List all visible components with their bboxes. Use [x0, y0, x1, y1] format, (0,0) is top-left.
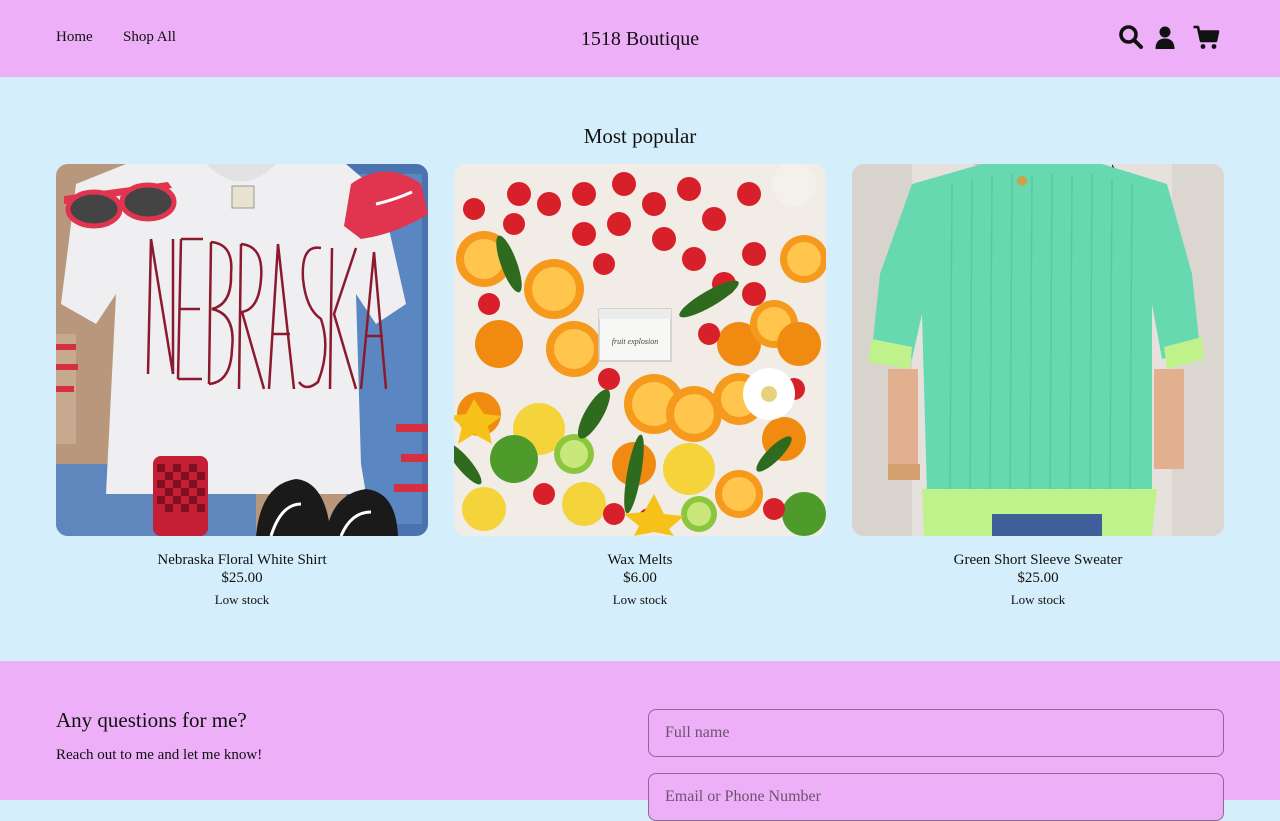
email-or-phone-input[interactable] — [648, 773, 1224, 821]
nav-shop-all-link[interactable]: Shop All — [123, 29, 176, 46]
contact-subtitle: Reach out to me and let me know! — [56, 747, 263, 763]
site-header: Home Shop All 1518 Boutique — [0, 0, 1280, 77]
product-image-green-sweater[interactable] — [852, 164, 1224, 536]
stock-status: Low stock — [214, 592, 270, 607]
product-card-wax-melts[interactable]: fruit explosion Wax Melts $6.00 Low stoc… — [454, 164, 826, 608]
wax-melt-label: fruit explosion — [612, 337, 658, 346]
product-title[interactable]: Nebraska Floral White Shirt — [56, 551, 428, 569]
contact-title: Any questions for me? — [56, 708, 247, 732]
account-icon[interactable] — [1152, 24, 1178, 50]
product-image-wax-melts[interactable]: fruit explosion — [454, 164, 826, 536]
wax-melt-package: fruit explosion — [598, 308, 672, 362]
nav-home-link[interactable]: Home — [56, 29, 93, 46]
stock-status: Low stock — [612, 592, 668, 607]
section-title: Most popular — [583, 124, 697, 148]
product-price: $25.00 — [1017, 570, 1059, 586]
product-card-nebraska-shirt[interactable]: Nebraska Floral White Shirt $25.00 Low s… — [56, 164, 428, 608]
most-popular-section: Most popular Nebraska Floral White Shirt… — [0, 77, 1280, 661]
product-title[interactable]: Wax Melts — [454, 551, 826, 569]
contact-section: Any questions for me? Reach out to me an… — [0, 661, 1280, 821]
full-name-input[interactable] — [648, 709, 1224, 757]
brand-title-wrap: 1518 Boutique — [0, 28, 1280, 51]
product-image-nebraska-shirt[interactable] — [56, 164, 428, 536]
stock-status: Low stock — [1010, 592, 1066, 607]
cart-icon[interactable] — [1192, 24, 1220, 50]
product-card-green-sweater[interactable]: Green Short Sleeve Sweater $25.00 Low st… — [852, 164, 1224, 608]
product-title[interactable]: Green Short Sleeve Sweater — [852, 551, 1224, 569]
product-price: $25.00 — [221, 570, 263, 586]
product-price: $6.00 — [623, 570, 657, 586]
search-icon[interactable] — [1118, 24, 1144, 50]
brand-title[interactable]: 1518 Boutique — [581, 28, 699, 50]
